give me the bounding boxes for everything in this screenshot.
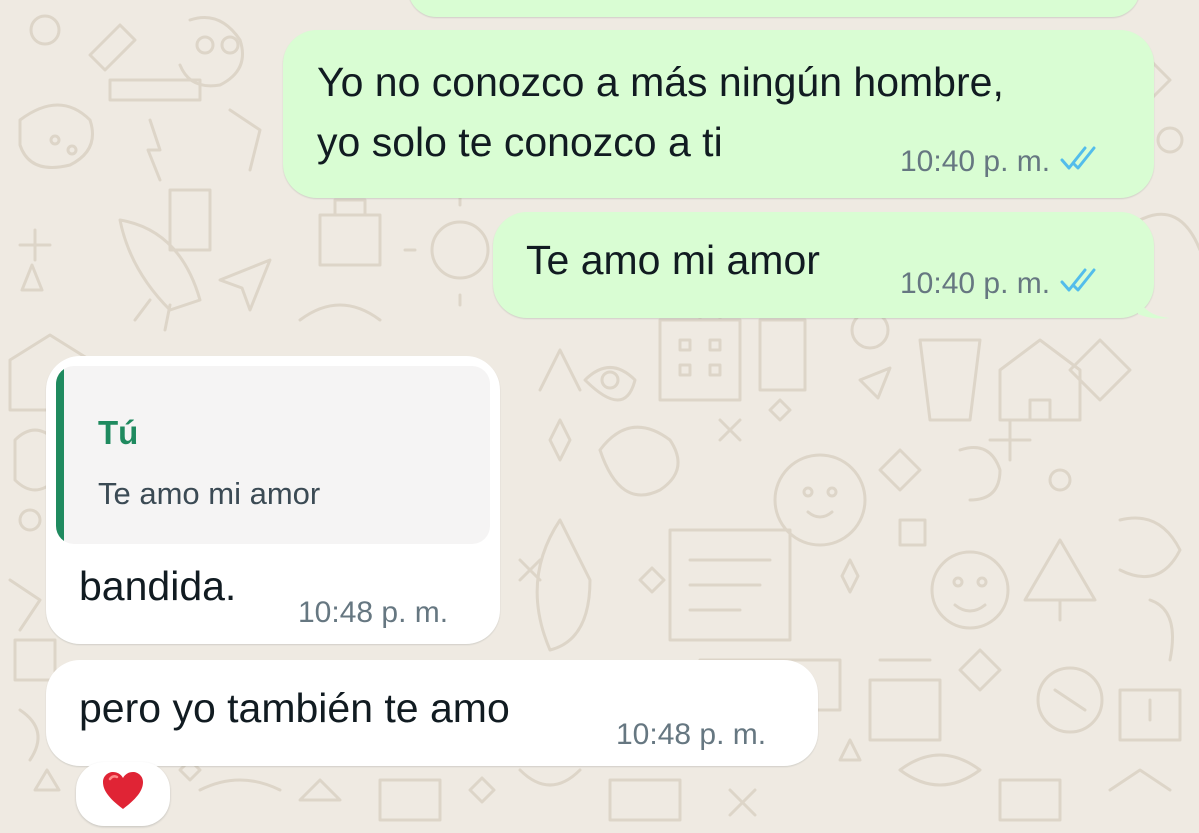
message-meta: 10:40 p. m. bbox=[900, 267, 1100, 301]
message-time: 10:48 p. m. bbox=[298, 596, 449, 629]
message-text-line: Yo no conozco a más ningún hombre, bbox=[317, 59, 1004, 105]
message-time: 10:48 p. m. bbox=[616, 718, 767, 751]
quote-text: Te amo mi amor bbox=[98, 476, 321, 511]
incoming-message-bubble[interactable]: Tú Te amo mi amor bandida. 10:48 p. m. bbox=[46, 356, 500, 644]
message-time: 10:40 p. m. bbox=[900, 145, 1051, 178]
quote-accent-bar bbox=[56, 366, 64, 544]
message-meta: 10:40 p. m. bbox=[900, 145, 1100, 179]
quote-author: Tú bbox=[98, 414, 139, 451]
message-text-line: yo solo te conozco a ti bbox=[317, 119, 723, 165]
quoted-message[interactable]: Tú Te amo mi amor bbox=[56, 366, 490, 544]
previous-message-bubble[interactable] bbox=[408, 0, 1140, 17]
message-text-line: bandida. bbox=[79, 563, 237, 609]
bubble-tail bbox=[1138, 296, 1170, 319]
outgoing-message-bubble[interactable]: Te amo mi amor 10:40 p. m. bbox=[493, 212, 1154, 318]
message-text-line: pero yo también te amo bbox=[79, 685, 510, 731]
message-reaction[interactable] bbox=[76, 762, 170, 826]
red-heart-icon bbox=[101, 771, 145, 817]
chat-area[interactable]: Yo no conozco a más ningún hombre, yo so… bbox=[0, 0, 1199, 833]
message-text-line: Te amo mi amor bbox=[526, 237, 820, 283]
incoming-message-bubble[interactable]: pero yo también te amo 10:48 p. m. bbox=[46, 660, 818, 766]
double-check-read-icon bbox=[1060, 267, 1100, 301]
outgoing-message-bubble[interactable]: Yo no conozco a más ningún hombre, yo so… bbox=[283, 30, 1154, 198]
message-time: 10:40 p. m. bbox=[900, 267, 1051, 300]
double-check-read-icon bbox=[1060, 145, 1100, 179]
